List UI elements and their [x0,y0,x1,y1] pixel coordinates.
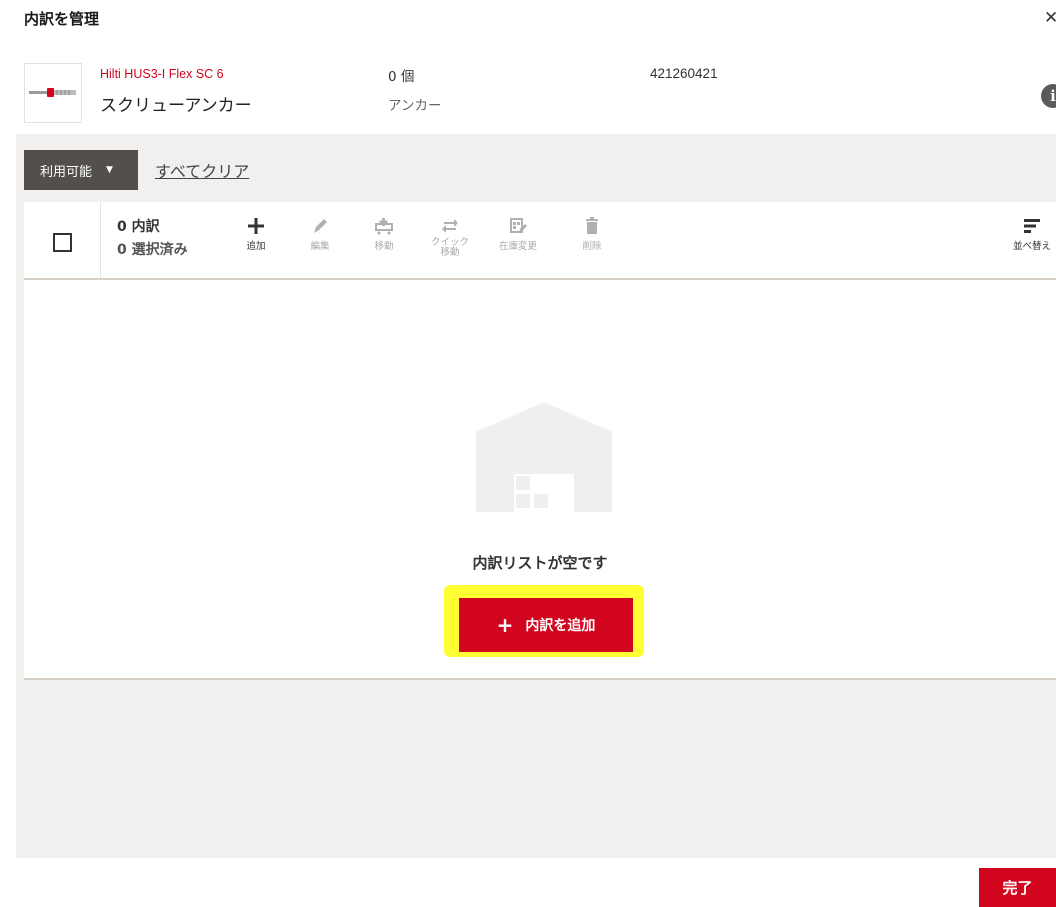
availability-filter-dropdown[interactable]: 利用可能 ▼ [24,150,138,190]
quick-move-tool-label: クイック 移動 [430,237,469,258]
availability-filter-label: 利用可能 [40,164,93,180]
breakdown-panel: 利用可能 ▼ すべてクリア 0 内訳 0 選択済み 追加 編集 移動 クイック … [16,134,1056,858]
delete-tool-button[interactable]: 削除 [562,216,622,252]
select-all-checkbox[interactable] [53,233,72,252]
move-tool-label: 移動 [374,241,394,252]
sort-icon [1024,219,1040,233]
list-toolbar: 0 内訳 0 選択済み 追加 編集 移動 クイック 移動 在庫変更 削除 並べ替… [24,202,1056,280]
info-icon[interactable]: i [1041,84,1056,108]
done-button[interactable]: 完了 [979,868,1056,907]
plus-icon [248,218,264,234]
product-name[interactable]: Hilti HUS3-I Flex SC 6 [100,67,224,81]
inventory-change-tool-button[interactable]: 在庫変更 [488,216,548,252]
quick-move-tool-button[interactable]: クイック 移動 [420,216,480,258]
add-tool-label: 追加 [246,241,266,252]
trash-icon [586,217,598,234]
inventory-edit-icon [510,218,527,233]
delete-tool-label: 削除 [582,241,602,252]
plus-icon: + [496,613,514,637]
sort-label: 並べ替え [1012,241,1051,252]
product-category: アンカー [388,98,442,114]
caret-down-icon: ▼ [106,165,113,175]
clear-all-link[interactable]: すべてクリア [155,158,249,182]
product-thumbnail [24,63,82,123]
swap-arrows-icon [442,219,458,233]
article-number: 421260421 [650,66,718,81]
close-icon[interactable]: ✕ [1044,8,1056,28]
empty-warehouse-icon [476,402,612,512]
breakdown-count: 0 内訳 [117,219,160,235]
product-quantity: 0 個 [388,69,415,85]
select-all-cell [24,202,101,278]
product-header: Hilti HUS3-I Flex SC 6 スクリューアンカー 0 個 アンカ… [0,50,1056,134]
edit-tool-label: 編集 [310,241,330,252]
dialog-title: 内訳を管理 [24,10,100,28]
add-tool-button[interactable]: 追加 [226,216,286,252]
move-tool-button[interactable]: 移動 [354,216,414,252]
edit-tool-button[interactable]: 編集 [290,216,350,252]
add-breakdown-button[interactable]: + 内訳を追加 [459,598,633,652]
move-icon [375,218,393,235]
inventory-change-tool-label: 在庫変更 [498,241,537,252]
selected-count: 0 選択済み [117,242,188,258]
empty-state-message: 内訳リストが空です [472,554,608,572]
product-type: スクリューアンカー [100,96,252,116]
sort-button[interactable]: 並べ替え [1008,216,1056,252]
breakdown-list-area: 内訳リストが空です + 内訳を追加 [24,280,1056,680]
add-breakdown-label: 内訳を追加 [525,618,596,634]
pencil-icon [314,219,327,233]
